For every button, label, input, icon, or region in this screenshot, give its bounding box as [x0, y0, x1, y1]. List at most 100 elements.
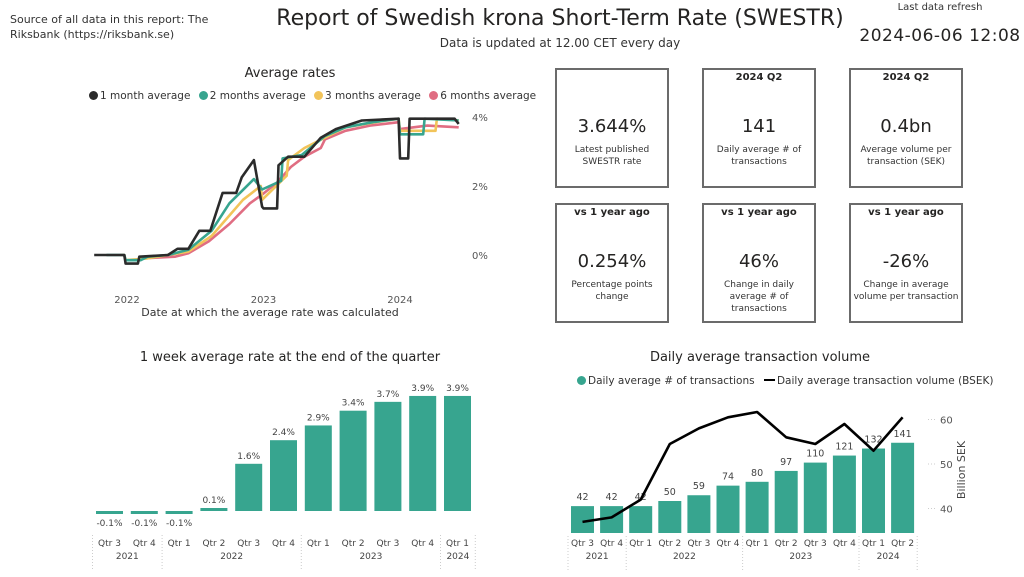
- x-tick-label: Qtr 1: [629, 539, 652, 549]
- y-tick-label: 0%: [472, 251, 488, 262]
- series-line-1-month-average: [94, 117, 460, 265]
- card-value: 3.644%: [577, 116, 647, 137]
- card-label: Daily average # of transactions: [716, 145, 802, 167]
- bar: [891, 442, 915, 533]
- legend-item-volume[interactable]: Daily average transaction volume (BSEK): [758, 375, 993, 387]
- card-label: Latest published SWESTR rate: [574, 145, 650, 167]
- kpi-card-transactions-change: vs 1 year ago 46% Change in daily averag…: [702, 203, 816, 323]
- bar: [716, 485, 740, 533]
- x-tick-label: Qtr 3: [98, 539, 121, 549]
- bar: [270, 440, 297, 511]
- x-group-label: 2021: [586, 552, 609, 562]
- x-tick-label: Qtr 3: [237, 539, 260, 549]
- data-label: 2.4%: [272, 428, 295, 438]
- bar: [658, 501, 682, 533]
- data-label: 3.4%: [342, 399, 365, 409]
- week-avg-title: 1 week average rate at the end of the qu…: [139, 350, 441, 365]
- data-label: 42: [576, 492, 588, 503]
- data-label: 74: [722, 472, 734, 483]
- data-label: 3.7%: [376, 390, 399, 400]
- data-label: 59: [693, 481, 705, 492]
- x-tick-label: Qtr 2: [202, 539, 225, 549]
- avg-rates-xlabel: Date at which the average rate was calcu…: [141, 306, 399, 319]
- txn-volume-chart[interactable]: 42Qtr 342Qtr 442Qtr 150Qtr 259Qtr 374Qtr…: [540, 390, 1024, 577]
- bar: [374, 401, 402, 511]
- data-label: -0.1%: [166, 519, 193, 529]
- x-group-label: 2023: [789, 552, 812, 562]
- data-label: -0.1%: [131, 519, 158, 529]
- y2-tick-label: 40: [940, 505, 953, 516]
- y-tick-label: 2%: [472, 182, 488, 193]
- bar: [409, 395, 437, 511]
- kpi-card-daily-transactions: 2024 Q2 141 Daily average # of transacti…: [702, 68, 816, 188]
- txn-volume-title: Daily average transaction volume: [649, 350, 871, 365]
- data-label: -0.1%: [96, 519, 123, 529]
- kpi-card-avg-volume: 2024 Q2 0.4bn Average volume per transac…: [849, 68, 963, 188]
- card-label: Average volume per transaction (SEK): [860, 145, 952, 167]
- x-tick-label: Qtr 3: [571, 539, 594, 549]
- bar: [304, 425, 332, 511]
- data-label: 50: [664, 487, 676, 498]
- x-tick-label: Qtr 1: [168, 539, 191, 549]
- kpi-card-volume-change: vs 1 year ago -26% Change in average vol…: [849, 203, 963, 323]
- data-label: 110: [806, 449, 824, 460]
- week-avg-chart[interactable]: -0.1% Qtr 3 -0.1% Qtr 4 -0.1% Qtr 1 0.1% Qtr 2 1…: [0, 370, 520, 577]
- page-title: Report of Swedish krona Short-Term Rate …: [276, 6, 844, 31]
- x-tick-label: Qtr 4: [411, 539, 434, 549]
- legend-marker-icon: [577, 376, 586, 385]
- x-tick-label: Qtr 4: [272, 539, 295, 549]
- x-group-label: 2021: [116, 552, 139, 562]
- card-head: vs 1 year ago: [574, 207, 650, 218]
- legend-marker-icon: [314, 91, 323, 100]
- card-value: -26%: [882, 251, 930, 272]
- x-tick-label: 2023: [251, 295, 276, 306]
- kpi-card-latest-rate: 3.644% Latest published SWESTR rate: [555, 68, 669, 188]
- card-head: 2024 Q2: [735, 72, 783, 83]
- x-group-label: 2024: [446, 552, 469, 562]
- txn-volume-legend: Daily average # of transactions Daily av…: [572, 375, 993, 387]
- card-head: 2024 Q2: [882, 72, 930, 83]
- card-value: 0.4bn: [880, 116, 932, 137]
- x-tick-label: Qtr 4: [133, 539, 156, 549]
- avg-rates-chart[interactable]: 0% 2% 4% 2022 2023 2024: [0, 100, 520, 330]
- card-label: Percentage points change: [571, 280, 653, 302]
- x-tick-label: Qtr 2: [658, 539, 681, 549]
- data-label: 42: [606, 492, 618, 503]
- data-label: 0.1%: [202, 496, 225, 506]
- x-tick-label: Qtr 1: [862, 539, 885, 549]
- x-tick-label: Qtr 3: [376, 539, 399, 549]
- x-tick-label: Qtr 3: [804, 539, 827, 549]
- legend-marker-icon: [198, 91, 208, 100]
- card-value: 0.254%: [577, 251, 647, 272]
- x-tick-label: Qtr 2: [891, 539, 914, 549]
- data-label: 80: [751, 468, 763, 479]
- x-tick-label: 2024: [387, 295, 412, 306]
- card-value: 46%: [738, 251, 779, 272]
- data-label: 2.9%: [307, 413, 330, 423]
- data-label: 3.9%: [411, 384, 434, 394]
- legend-marker-icon: [89, 91, 98, 100]
- y-tick-label: 4%: [472, 113, 488, 124]
- bar: [165, 511, 193, 514]
- x-tick-label: Qtr 4: [717, 539, 740, 549]
- legend-marker-icon: [429, 91, 439, 100]
- x-tick-label: Qtr 1: [307, 539, 330, 549]
- y2-tick-label: 50: [940, 460, 953, 471]
- x-tick-label: Qtr 1: [446, 539, 469, 549]
- data-label: 3.9%: [446, 384, 469, 394]
- x-tick-label: Qtr 4: [600, 539, 623, 549]
- avg-rates-title: Average rates: [244, 66, 336, 81]
- bar: [862, 448, 885, 533]
- refresh-timestamp: 2024-06-06 12:08: [859, 26, 1021, 46]
- source-note: Source of all data in this report: The R…: [10, 13, 209, 41]
- data-label: 97: [780, 457, 792, 468]
- x-tick-label: 2022: [114, 295, 139, 306]
- legend-item-transactions[interactable]: Daily average # of transactions: [572, 375, 755, 387]
- x-group-label: 2022: [673, 552, 696, 562]
- card-label: Change in daily average # of transaction…: [724, 280, 794, 314]
- bar: [832, 455, 856, 533]
- bar: [235, 463, 263, 511]
- data-label: 141: [894, 429, 912, 440]
- kpi-card-rate-change: vs 1 year ago 0.254% Percentage points c…: [555, 203, 669, 323]
- x-tick-label: Qtr 3: [687, 539, 710, 549]
